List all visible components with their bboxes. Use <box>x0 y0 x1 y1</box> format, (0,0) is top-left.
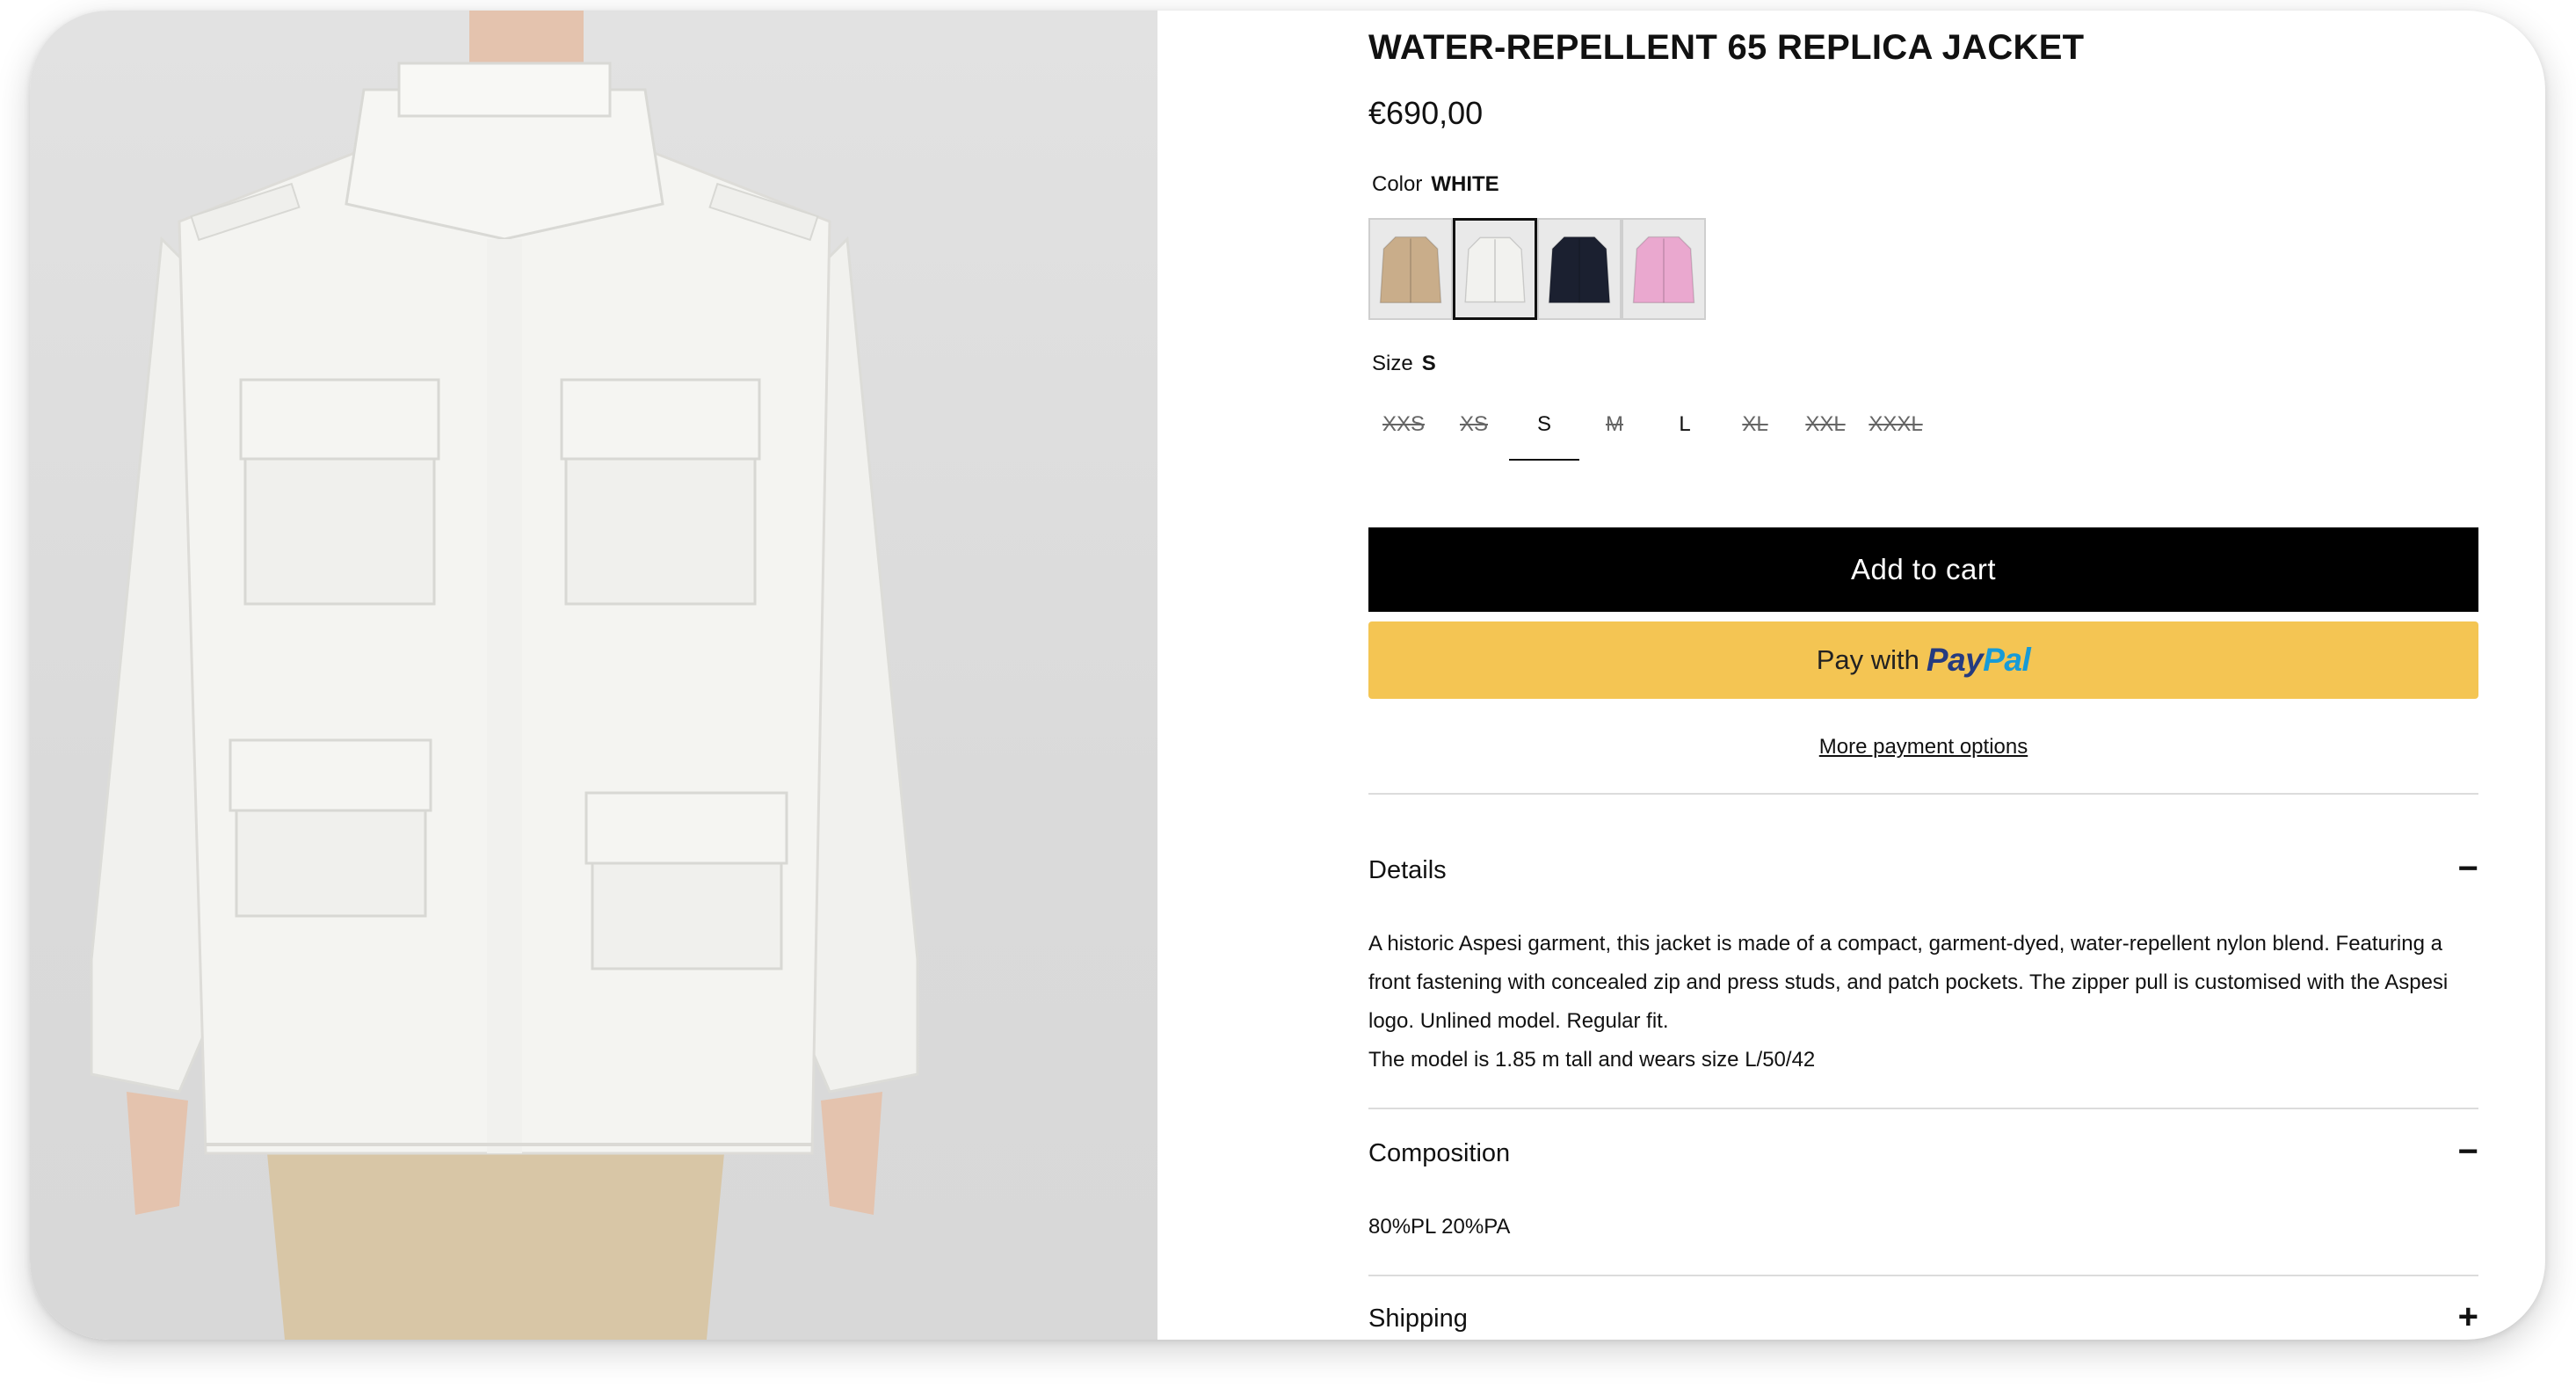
color-swatches <box>1368 218 1706 320</box>
expand-icon[interactable]: + <box>2458 1297 2478 1336</box>
collapse-icon[interactable]: − <box>2458 1132 2478 1171</box>
shipping-accordion-header[interactable]: Shipping + <box>1368 1294 2478 1340</box>
paypal-prefix: Pay with <box>1816 644 1919 675</box>
composition-content: 80%PL 20%PA <box>1368 1215 1511 1239</box>
add-to-cart-button[interactable]: Add to cart <box>1368 527 2478 612</box>
size-option-xxl[interactable]: XXL <box>1790 404 1861 461</box>
size-option-xxs[interactable]: XXS <box>1368 404 1439 461</box>
size-selected-value: S <box>1421 352 1436 375</box>
paypal-logo-pal: Pal <box>1983 642 2031 678</box>
size-label-text: Size <box>1372 352 1413 375</box>
details-title: Details <box>1368 856 1447 884</box>
composition-accordion-header[interactable]: Composition − <box>1368 1129 2478 1181</box>
color-label-text: Color <box>1372 172 1423 196</box>
details-content: A historic Aspesi garment, this jacket i… <box>1368 925 2478 1079</box>
browser-frame: WATER-REPELLENT 65 REPLICA JACKET €690,0… <box>30 11 2545 1340</box>
color-label: Color WHITE <box>1372 172 1499 197</box>
composition-title: Composition <box>1368 1139 1511 1167</box>
product-title: WATER-REPELLENT 65 REPLICA JACKET <box>1368 28 2085 67</box>
jacket-photo <box>90 11 919 1340</box>
color-swatch-pink[interactable] <box>1622 218 1706 320</box>
product-image[interactable] <box>30 11 1157 1340</box>
color-selected-value: WHITE <box>1431 172 1499 196</box>
color-swatch-navy[interactable] <box>1537 218 1622 320</box>
collapse-icon[interactable]: − <box>2458 849 2478 888</box>
size-option-m[interactable]: M <box>1579 404 1650 461</box>
paypal-logo: PayPal <box>1926 642 2031 679</box>
divider <box>1368 1108 2478 1109</box>
color-swatch-white[interactable] <box>1453 218 1537 320</box>
size-option-xxxl[interactable]: XXXL <box>1861 404 1931 461</box>
jacket-thumbnail <box>1548 236 1611 304</box>
size-option-xs[interactable]: XS <box>1439 404 1509 461</box>
size-selector: XXS XS S M L XL XXL XXXL <box>1368 404 1931 461</box>
divider <box>1368 1275 2478 1276</box>
size-option-xl[interactable]: XL <box>1720 404 1790 461</box>
size-option-s[interactable]: S <box>1509 404 1579 461</box>
color-swatch-beige[interactable] <box>1368 218 1453 320</box>
paypal-button[interactable]: Pay with PayPal <box>1368 621 2478 699</box>
size-option-l[interactable]: L <box>1650 404 1720 461</box>
product-info-panel: WATER-REPELLENT 65 REPLICA JACKET €690,0… <box>1368 11 2478 1340</box>
jacket-thumbnail <box>1464 236 1526 303</box>
paypal-logo-pay: Pay <box>1926 642 1984 678</box>
product-price: €690,00 <box>1368 95 1484 131</box>
size-label: Size S <box>1372 352 1436 376</box>
details-accordion-header[interactable]: Details − <box>1368 846 2478 898</box>
divider <box>1368 793 2478 795</box>
jacket-thumbnail <box>1632 236 1695 304</box>
details-text: A historic Aspesi garment, this jacket i… <box>1368 932 2449 1033</box>
jacket-thumbnail <box>1379 236 1442 304</box>
model-note: The model is 1.85 m tall and wears size … <box>1368 1048 1816 1072</box>
more-payment-options-link[interactable]: More payment options <box>1368 735 2478 759</box>
shipping-title: Shipping <box>1368 1304 1468 1333</box>
